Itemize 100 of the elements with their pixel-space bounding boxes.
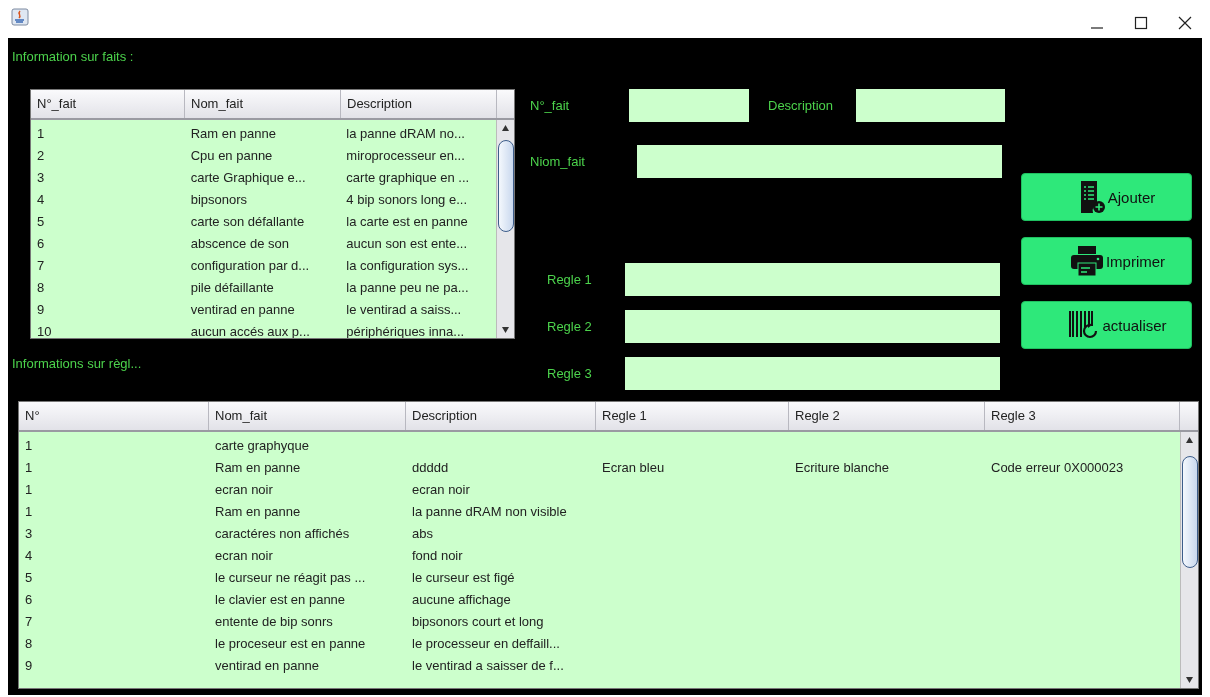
table-cell: bipsonors <box>190 191 248 207</box>
table-cell: le ventirad a saisser de f... <box>412 657 564 673</box>
table-cell: 5 <box>37 213 45 229</box>
column-header[interactable]: N° <box>19 402 209 430</box>
column-header[interactable]: Description <box>406 402 596 430</box>
scroll-down-icon[interactable] <box>1185 676 1194 684</box>
table-cell: 4 <box>37 191 45 207</box>
document-add-icon <box>1079 180 1106 214</box>
field-label: Description <box>768 98 835 113</box>
table-cell: Code erreur 0X000023 <box>991 459 1124 475</box>
table-cell: ecran noir <box>215 547 273 563</box>
table-cell: 6 <box>37 235 45 251</box>
column-header[interactable]: Description <box>341 90 497 118</box>
table-cell: le clavier est en panne <box>215 591 346 607</box>
table-cell: 4 <box>25 547 33 563</box>
table-cell: carte graphyque <box>215 437 309 453</box>
printer-icon <box>1069 245 1104 277</box>
input-field[interactable] <box>637 145 1002 178</box>
table-cell: 9 <box>25 657 33 673</box>
close-icon[interactable] <box>1178 16 1192 30</box>
table-cell: 3 <box>25 525 33 541</box>
table-cell: 1 <box>25 481 33 497</box>
table-cell: 2 <box>37 147 45 163</box>
table-cell: le processeur en deffaill... <box>412 635 560 651</box>
table-cell: la carte est en panne <box>346 213 468 229</box>
table-cell: aucun accés aux p... <box>190 323 310 338</box>
table-cell: la panne dRAM no... <box>346 125 465 141</box>
table-cell: ecran noir <box>412 481 470 497</box>
table-cell: caractéres non affichés <box>215 525 350 541</box>
table-cell: périphériques inna... <box>346 323 465 338</box>
input-field[interactable] <box>856 89 1005 122</box>
scroll-up-icon[interactable] <box>1185 436 1194 444</box>
table-cell: 4 bip sonors long e... <box>346 191 468 207</box>
table-cell: ddddd <box>412 459 449 475</box>
table-cell: abscence de son <box>190 235 289 251</box>
table-cell: ventirad en panne <box>190 301 295 317</box>
maximize-icon[interactable] <box>1134 16 1148 30</box>
table-cell: 1 <box>37 125 45 141</box>
add-button[interactable]: Ajouter <box>1021 173 1192 221</box>
app-icon <box>11 8 29 26</box>
table-cell: abs <box>412 525 433 541</box>
table-cell: 1 <box>25 437 33 453</box>
table-cell: carte graphique en ... <box>346 169 470 185</box>
field-label: Niom_fait <box>530 154 586 169</box>
input-field[interactable] <box>629 89 749 122</box>
column-header[interactable]: Regle 3 <box>985 402 1180 430</box>
table-cell: le ventirad a saiss... <box>346 301 462 317</box>
table-cell: 7 <box>37 257 45 273</box>
table-cell: 8 <box>37 279 45 295</box>
scroll-up-icon[interactable] <box>501 124 510 132</box>
table-cell: 3 <box>37 169 45 185</box>
input-field[interactable] <box>625 310 1000 343</box>
table-cell: carte son défallante <box>190 213 305 229</box>
field-label: Regle 3 <box>547 366 593 381</box>
table-cell: 10 <box>37 323 52 338</box>
table-cell: configuration par d... <box>190 257 310 273</box>
refresh-button[interactable]: actualiser <box>1021 301 1192 349</box>
scrollbar[interactable] <box>1180 432 1198 688</box>
table-cell: le curseur ne réagit pas ... <box>215 569 366 585</box>
table-cell: Ram en panne <box>215 503 301 519</box>
table-cell: 5 <box>25 569 33 585</box>
table-cell: la panne dRAM non visible <box>412 503 567 519</box>
table-cell: pile défaillante <box>190 279 274 295</box>
table-cell: 1 <box>25 459 33 475</box>
table-cell: carte Graphique e... <box>190 169 306 185</box>
print-button[interactable]: Imprimer <box>1021 237 1192 285</box>
table-cell: 6 <box>25 591 33 607</box>
table-cell: bipsonors court et long <box>412 613 544 629</box>
field-label: Regle 2 <box>547 319 593 334</box>
table-cell: Ram en panne <box>190 125 276 141</box>
table-cell: Ecriture blanche <box>795 459 889 475</box>
column-header[interactable]: Nom_fait <box>209 402 406 430</box>
table-cell: Cpu en panne <box>190 147 273 163</box>
table-cell: fond noir <box>412 547 463 563</box>
table-cell: aucun son est ente... <box>346 235 468 251</box>
column-header[interactable]: Regle 2 <box>789 402 985 430</box>
section-title: Information sur faits : <box>11 48 135 66</box>
column-header[interactable]: N°_fait <box>31 90 185 118</box>
field-label: Regle 1 <box>547 272 593 287</box>
field-label: N°_fait <box>530 98 571 113</box>
table-cell: le proceseur est en panne <box>215 635 366 651</box>
table-cell: 9 <box>37 301 45 317</box>
table-cell: Ram en panne <box>215 459 301 475</box>
table-cell: la configuration sys... <box>346 257 469 273</box>
table-cell: 1 <box>25 503 33 519</box>
table-cell: 8 <box>25 635 33 651</box>
column-header[interactable]: Nom_fait <box>185 90 341 118</box>
input-field[interactable] <box>625 357 1000 390</box>
table-cell: aucune affichage <box>412 591 511 607</box>
table-cell: la panne peu ne pa... <box>346 279 469 295</box>
section-title: Informations sur règl... <box>11 355 143 373</box>
table-cell: miroprocesseur en... <box>346 147 465 163</box>
table-cell: ventirad en panne <box>215 657 320 673</box>
table-cell: ecran noir <box>215 481 273 497</box>
scrollbar[interactable] <box>496 120 514 338</box>
scroll-down-icon[interactable] <box>501 326 510 334</box>
input-field[interactable] <box>625 263 1000 296</box>
column-header[interactable]: Regle 1 <box>596 402 789 430</box>
table-cell: entente de bip sonrs <box>215 613 333 629</box>
table-cell: 7 <box>25 613 33 629</box>
